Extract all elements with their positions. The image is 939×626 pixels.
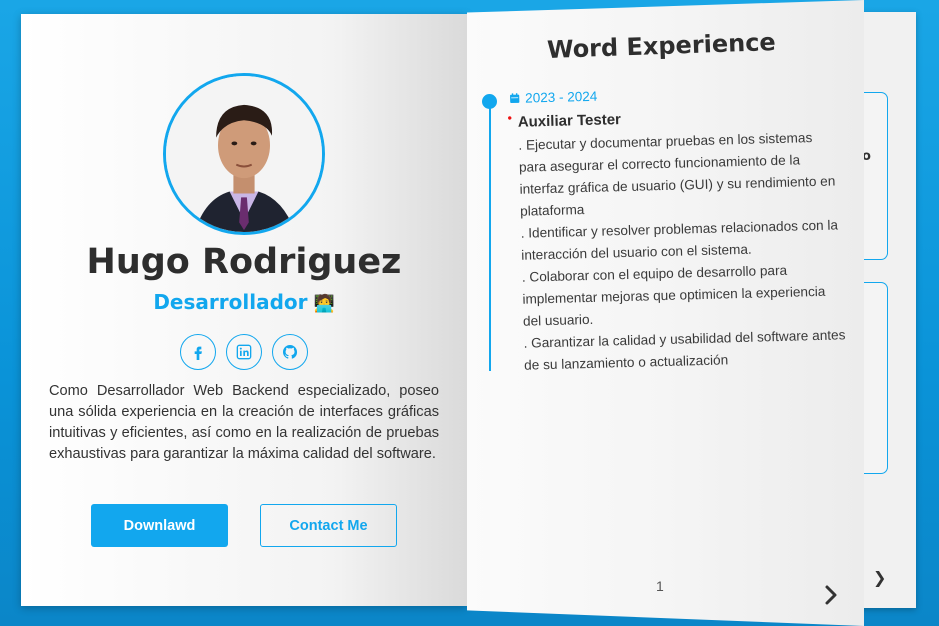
next-page-chevron-icon[interactable] (822, 584, 840, 606)
profile-bio: Como Desarrollador Web Backend especiali… (49, 383, 439, 462)
avatar-photo (166, 76, 322, 232)
linkedin-icon (236, 344, 252, 360)
profile-name: Hugo Rodriguez (86, 242, 402, 282)
facebook-link[interactable] (180, 334, 216, 370)
github-link[interactable] (272, 334, 308, 370)
technologist-emoji-icon: 🧑‍💻 (313, 294, 335, 314)
experience-page: Word Experience 2023 - 2024 Auxiliar Tes… (467, 0, 864, 626)
contact-me-button[interactable]: Contact Me (260, 504, 397, 547)
experience-duty: . Garantizar la calidad y usabilidad del… (523, 327, 846, 373)
profile-role: Desarrollador 🧑‍💻 (21, 290, 467, 314)
download-button[interactable]: Downlawd (91, 504, 228, 547)
profile-page: Hugo Rodriguez Desarrollador 🧑‍💻 Como Des… (21, 14, 467, 606)
avatar (163, 73, 325, 235)
github-icon (283, 345, 298, 359)
timeline-dot (482, 94, 497, 109)
experience-date: 2023 - 2024 (509, 82, 839, 106)
social-links (21, 334, 467, 370)
experience-date-text: 2023 - 2024 (524, 88, 598, 106)
experience-duty: . Colaborar con el equipo de desarrollo … (521, 262, 826, 329)
timeline-line (489, 96, 491, 371)
experience-duty: . Ejecutar y documentar pruebas en los s… (518, 130, 836, 219)
experience-item: 2023 - 2024 Auxiliar Tester . Ejecutar y… (509, 82, 846, 377)
profile-role-text: Desarrollador (153, 290, 308, 314)
experience-title: Word Experience (546, 28, 777, 65)
calendar-icon (510, 93, 520, 104)
back-page-next-icon[interactable]: ❯ (873, 568, 886, 587)
experience-duties: . Ejecutar y documentar pruebas en los s… (510, 126, 846, 377)
page-number: 1 (656, 578, 664, 594)
linkedin-link[interactable] (226, 334, 262, 370)
facebook-icon (194, 346, 202, 360)
